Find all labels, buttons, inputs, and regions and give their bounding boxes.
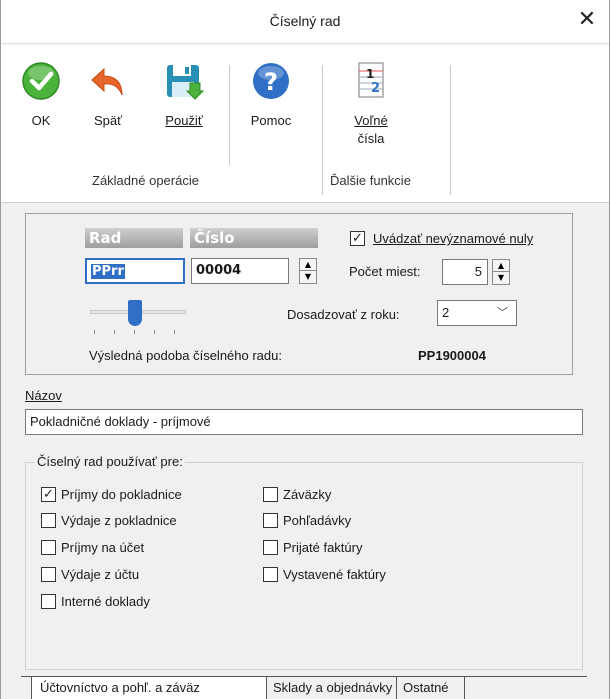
tab-warehouse-label: Sklady a objednávky xyxy=(273,680,393,695)
help-button-label: Pomoc xyxy=(250,113,292,128)
checkbox-liabilities[interactable] xyxy=(263,487,278,502)
slider-ticks xyxy=(94,330,182,334)
ok-check-icon xyxy=(22,62,60,100)
digit-count-spinner[interactable]: ▲ ▼ xyxy=(492,259,510,285)
cislo-spinner[interactable]: ▲ ▼ xyxy=(299,258,317,284)
save-disk-icon xyxy=(167,65,205,100)
checkbox-expense-account[interactable] xyxy=(41,567,56,582)
apply-button[interactable]: Použiť xyxy=(153,61,215,130)
tab-accounting[interactable]: Účtovníctvo a pohľ. a záväz xyxy=(31,676,267,699)
ribbon-separator xyxy=(229,65,230,165)
spinner-down-icon[interactable]: ▼ xyxy=(493,272,509,284)
ribbon-toolbar: OK Späť Použiť ? Pomoc 1 2 Voľné čísla Z… xyxy=(1,45,609,203)
ribbon-separator xyxy=(322,65,323,195)
tab-other[interactable]: Ostatné xyxy=(397,676,465,699)
spinner-up-icon[interactable]: ▲ xyxy=(493,260,509,272)
spinner-down-icon[interactable]: ▼ xyxy=(300,271,316,283)
free-numbers-button[interactable]: 1 2 Voľné čísla xyxy=(347,61,395,148)
help-question-icon: ? xyxy=(253,63,289,99)
label-received-invoices: Prijaté faktúry xyxy=(283,540,363,555)
leading-zeros-label: Uvádzať nevýznamové nuly xyxy=(373,231,534,246)
undo-arrow-icon xyxy=(91,67,123,96)
svg-text:1: 1 xyxy=(366,67,374,81)
label-liabilities: Záväzky xyxy=(283,487,332,502)
cislo-input[interactable]: 00004 xyxy=(191,258,289,284)
tab-accounting-label: Účtovníctvo a pohľ. a záväz xyxy=(40,680,200,695)
name-label: Názov xyxy=(25,388,62,403)
digit-count-input[interactable]: 5 xyxy=(442,259,488,285)
rad-header: Rad xyxy=(85,228,183,248)
checkbox-internal-docs[interactable] xyxy=(41,594,56,609)
window-title: Číselný rad xyxy=(269,13,341,29)
label-expense-cash: Výdaje z pokladnice xyxy=(61,513,177,528)
spinner-up-icon[interactable]: ▲ xyxy=(300,259,316,271)
tab-other-label: Ostatné xyxy=(403,680,449,695)
checkbox-income-account[interactable] xyxy=(41,540,56,555)
year-label: Dosadzovať z roku: xyxy=(287,307,400,322)
rad-input-value: PPrr xyxy=(91,264,125,279)
group-more-functions: Ďalšie funkcie xyxy=(330,173,411,188)
year-select[interactable]: 2 ﹀ xyxy=(437,300,517,326)
checkbox-issued-invoices[interactable] xyxy=(263,567,278,582)
apply-button-label: Použiť xyxy=(165,113,203,128)
year-select-value: 2 xyxy=(442,305,450,320)
label-internal-docs: Interné doklady xyxy=(61,594,150,609)
ok-button[interactable]: OK xyxy=(15,61,67,130)
result-label: Výsledná podoba číselného radu: xyxy=(89,348,282,363)
label-issued-invoices: Vystavené faktúry xyxy=(283,567,386,582)
checkbox-income-cash[interactable]: ✓ xyxy=(41,487,56,502)
usage-legend: Číselný rad používať pre: xyxy=(35,454,185,469)
ribbon-separator xyxy=(450,65,451,195)
free-numbers-label-line2: čísla xyxy=(357,131,385,146)
checkbox-receivables[interactable] xyxy=(263,513,278,528)
svg-text:2: 2 xyxy=(371,81,380,96)
name-input[interactable]: Pokladničné doklady - príjmové xyxy=(25,409,583,435)
free-numbers-label-line1: Voľné xyxy=(354,113,388,128)
label-income-cash: Príjmy do pokladnice xyxy=(61,487,182,502)
label-expense-account: Výdaje z účtu xyxy=(61,567,140,582)
label-income-account: Príjmy na účet xyxy=(61,540,145,555)
svg-text:?: ? xyxy=(264,68,278,96)
tab-warehouse[interactable]: Sklady a objednávky xyxy=(267,676,397,699)
title-bar: Číselný rad ✕ xyxy=(1,0,609,44)
label-receivables: Pohľadávky xyxy=(283,513,352,528)
back-button-label: Späť xyxy=(93,113,122,128)
help-button[interactable]: ? Pomoc xyxy=(239,61,303,130)
checkbox-expense-cash[interactable] xyxy=(41,513,56,528)
dialog-window: Číselný rad ✕ OK Späť Použiť ? Pomoc 1 2… xyxy=(0,0,610,699)
cislo-header: Číslo xyxy=(190,228,318,248)
leading-zeros-checkbox[interactable]: ✓ xyxy=(350,231,365,246)
result-value: PP1900004 xyxy=(418,348,486,363)
numbered-list-icon: 1 2 xyxy=(358,62,384,98)
group-basic-operations: Základné operácie xyxy=(92,173,199,188)
digit-count-label: Počet miest: xyxy=(349,264,421,279)
checkbox-received-invoices[interactable] xyxy=(263,540,278,555)
rad-input[interactable]: PPrr xyxy=(85,258,185,284)
close-button[interactable]: ✕ xyxy=(565,0,609,44)
year-slider-thumb[interactable] xyxy=(128,300,142,326)
back-button[interactable]: Späť xyxy=(81,61,135,130)
ok-button-label: OK xyxy=(31,113,51,128)
chevron-down-icon: ﹀ xyxy=(497,306,508,319)
